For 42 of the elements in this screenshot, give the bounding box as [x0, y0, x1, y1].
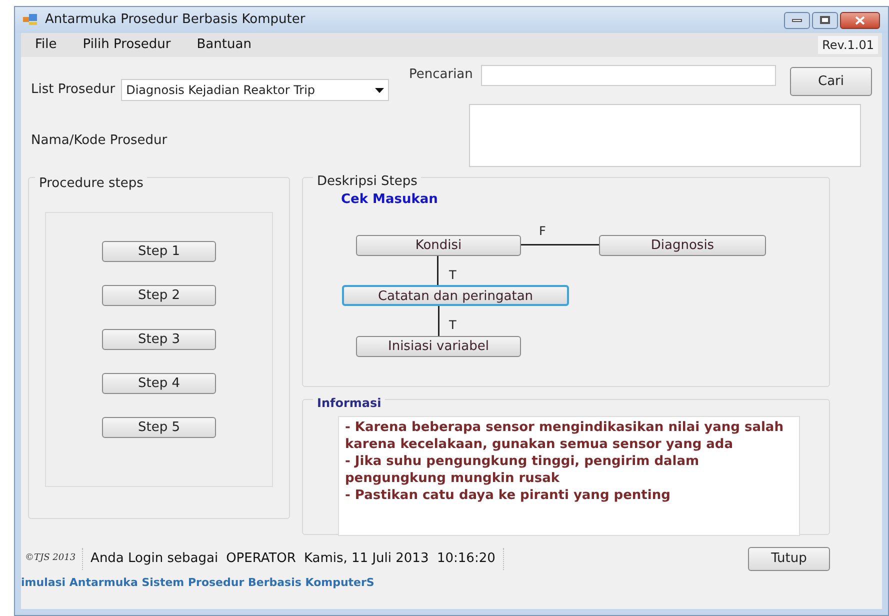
procedure-name-field[interactable]	[469, 104, 861, 167]
info-text: - Karena beberapa sensor mengindikasikan nilai yang salah karena kecelakaan, gunakan semua sensor yang ada	[345, 419, 784, 453]
procedure-dropdown[interactable]: Diagnosis Kejadian Reaktor Trip	[121, 79, 390, 101]
step-button[interactable]: Step 2	[102, 284, 216, 306]
search-button[interactable]: Cari	[790, 67, 872, 96]
datetime-text: Kamis, 11 Juli 2013 10:16:20	[304, 550, 496, 568]
menu-item[interactable]: Pilih Prosedur	[82, 35, 171, 55]
step-button[interactable]: Step 5	[102, 416, 216, 438]
flowchart-node[interactable]: Catatan dan peringatan	[342, 285, 569, 306]
close-window-button[interactable]: Tutup	[748, 547, 830, 571]
flowchart-node[interactable]: Diagnosis	[599, 235, 766, 256]
window-title: Antarmuka Prosedur Berbasis Komputer	[45, 11, 306, 30]
close-icon	[855, 16, 865, 24]
nama-kode-label: Nama/Kode Prosedur	[31, 132, 168, 150]
connector-line	[438, 306, 440, 336]
search-label: Pencarian	[409, 66, 474, 84]
list-prosedur-label: List Prosedur	[31, 81, 116, 100]
user-text: OPERATOR	[226, 550, 296, 568]
edge-label: F	[539, 223, 546, 240]
caret-icon	[375, 88, 384, 92]
menu-item[interactable]: Bantuan	[196, 35, 252, 55]
copyright-text: ©TJS 2013	[25, 552, 76, 566]
flowchart-node[interactable]: Kondisi	[356, 235, 521, 256]
edge-label: T	[449, 317, 456, 334]
info-text: - Pastikan catu daya ke piranti yang penting	[345, 487, 672, 504]
connector-line	[437, 255, 439, 285]
footer-text: imulasi Antarmuka Sistem Prosedur Berbasis KomputerS	[21, 575, 376, 591]
search-field[interactable]	[481, 65, 776, 86]
version-label: Rev.1.01	[818, 36, 878, 54]
maximize-button[interactable]	[812, 12, 838, 28]
step-button[interactable]: Step 4	[102, 372, 216, 394]
app-icon	[23, 14, 37, 26]
step-button[interactable]: Step 3	[102, 328, 216, 350]
edge-label: T	[449, 267, 456, 284]
minimize-button[interactable]	[784, 12, 810, 28]
flowchart-node[interactable]: Inisiasi variabel	[356, 336, 521, 357]
login-text: Anda Login sebagai	[90, 550, 218, 568]
info-text: - Jika suhu pengungkung tinggi, pengirim dalam pengungkung mungkin rusak	[345, 453, 700, 487]
step-button[interactable]: Step 1	[102, 240, 216, 262]
step-subtitle: Cek Masukan	[341, 191, 438, 209]
close-button[interactable]	[840, 12, 880, 28]
menu-item[interactable]: File	[35, 35, 57, 55]
